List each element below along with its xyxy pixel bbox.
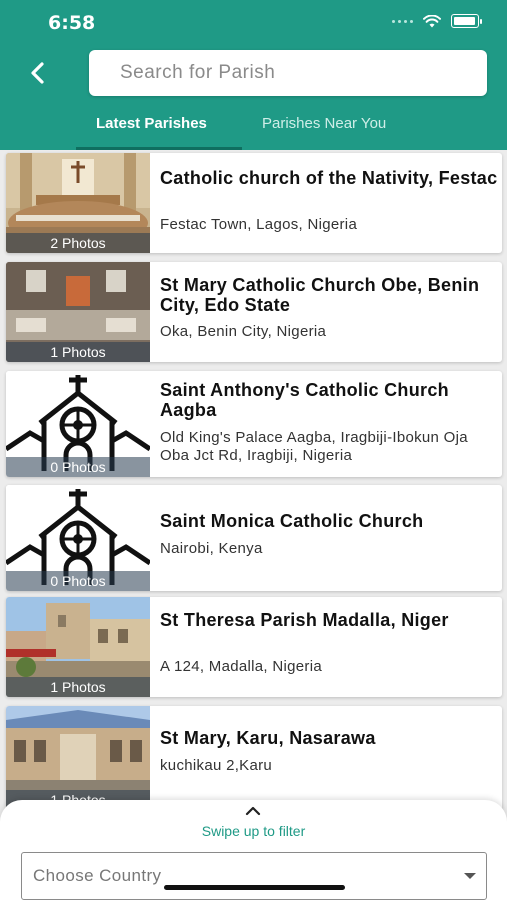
- parish-photo: 1 Photos: [6, 706, 150, 810]
- parish-address: Old King's Palace Aagba, Iragbiji-Ibokun…: [160, 429, 468, 464]
- parish-photo: 2 Photos: [6, 153, 150, 253]
- parish-card[interactable]: 1 Photos St Mary Catholic Church Obe, Be…: [6, 262, 502, 362]
- parish-photo: 0 Photos: [6, 371, 150, 477]
- parish-card[interactable]: 2 Photos Catholic church of the Nativity…: [6, 153, 502, 253]
- app-header: 6:58 Latest Parishes Parishes Near You: [0, 0, 507, 150]
- parish-title: St Mary Catholic Church Obe, Benin City,…: [160, 275, 480, 315]
- parish-card[interactable]: 1 Photos St Theresa Parish Madalla, Nige…: [6, 597, 502, 697]
- home-indicator: [164, 885, 345, 890]
- parish-address: Festac Town, Lagos, Nigeria: [160, 216, 358, 233]
- country-placeholder: Choose Country: [33, 866, 162, 885]
- wifi-icon: [423, 14, 441, 27]
- chevron-up-icon: [245, 806, 261, 816]
- swipe-hint: Swipe up to filter: [201, 823, 306, 839]
- parish-list[interactable]: 2 Photos Catholic church of the Nativity…: [0, 150, 507, 810]
- parish-address: Oka, Benin City, Nigeria: [160, 323, 327, 340]
- dropdown-arrow-icon: [464, 873, 476, 879]
- chevron-left-icon: [31, 62, 44, 84]
- status-time: 6:58: [48, 12, 96, 34]
- tab-latest-parishes[interactable]: Latest Parishes: [96, 115, 207, 132]
- photo-count: 0 Photos: [6, 571, 150, 591]
- signal-icon: [392, 19, 413, 23]
- search-input[interactable]: [89, 50, 487, 96]
- parish-address: A 124, Madalla, Nigeria: [160, 658, 322, 675]
- parish-card[interactable]: 0 Photos Saint Monica Catholic Church Na…: [6, 485, 502, 591]
- parish-photo: 1 Photos: [6, 262, 150, 362]
- parish-title: Saint Monica Catholic Church: [160, 511, 424, 531]
- battery-icon: [451, 14, 482, 28]
- parish-address: Nairobi, Kenya: [160, 540, 263, 557]
- status-bar: 6:58: [0, 0, 507, 46]
- parish-photo: 1 Photos: [6, 597, 150, 697]
- status-icons: [392, 14, 482, 28]
- back-button[interactable]: [22, 58, 52, 88]
- expand-sheet-button[interactable]: [243, 804, 263, 823]
- parish-photo: 0 Photos: [6, 485, 150, 591]
- photo-count: 2 Photos: [6, 233, 150, 253]
- parish-address: kuchikau 2,Karu: [160, 757, 273, 774]
- parish-title: St Mary, Karu, Nasarawa: [160, 728, 376, 748]
- photo-count: 1 Photos: [6, 677, 150, 697]
- photo-count: 0 Photos: [6, 457, 150, 477]
- parish-title: Saint Anthony's Catholic Church Aagba: [160, 380, 449, 420]
- parish-card[interactable]: 0 Photos Saint Anthony's Catholic Church…: [6, 371, 502, 477]
- parish-title: St Theresa Parish Madalla, Niger: [160, 610, 449, 630]
- parish-title: Catholic church of the Nativity, Festac: [160, 168, 498, 188]
- tab-parishes-near-you[interactable]: Parishes Near You: [262, 115, 386, 132]
- parish-card[interactable]: 1 Photos St Mary, Karu, Nasarawa kuchika…: [6, 706, 502, 810]
- photo-count: 1 Photos: [6, 342, 150, 362]
- country-select[interactable]: Choose Country: [21, 852, 487, 900]
